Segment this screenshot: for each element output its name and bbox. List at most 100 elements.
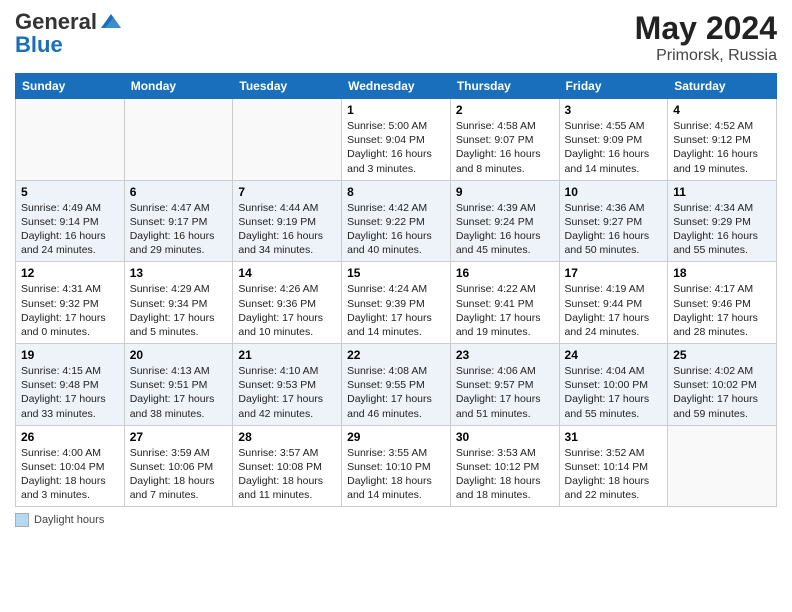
day-info: Sunrise: 4:13 AM Sunset: 9:51 PM Dayligh… — [130, 364, 228, 421]
day-number: 29 — [347, 430, 445, 444]
day-number: 18 — [673, 266, 771, 280]
header: General Blue May 2024 Primorsk, Russia — [15, 10, 777, 65]
calendar-cell: 28 Sunrise: 3:57 AM Sunset: 10:08 PM Dayl… — [233, 425, 342, 507]
calendar-cell: 15 Sunrise: 4:24 AM Sunset: 9:39 PM Dayli… — [342, 262, 451, 344]
calendar-week-row: 26Sunrise: 4:00 AM Sunset: 10:04 PM Dayl… — [16, 425, 777, 507]
calendar-cell: 30 Sunrise: 3:53 AM Sunset: 10:12 PM Dayl… — [450, 425, 559, 507]
calendar-cell: 11 Sunrise: 4:34 AM Sunset: 9:29 PM Dayli… — [668, 180, 777, 262]
col-friday: Friday — [559, 74, 668, 99]
daylight-label: Daylight hours — [34, 514, 104, 526]
calendar-cell: 18 Sunrise: 4:17 AM Sunset: 9:46 PM Dayli… — [668, 262, 777, 344]
day-info: Sunrise: 3:55 AM Sunset: 10:10 PM Daylig… — [347, 446, 445, 503]
logo-blue-text: Blue — [15, 34, 123, 56]
col-thursday: Thursday — [450, 74, 559, 99]
day-info: Sunrise: 4:04 AM Sunset: 10:00 PM Daylig… — [565, 364, 663, 421]
day-info: Sunrise: 3:57 AM Sunset: 10:08 PM Daylig… — [238, 446, 336, 503]
calendar-cell: 23Sunrise: 4:06 AM Sunset: 9:57 PM Dayli… — [450, 344, 559, 426]
calendar-header-row: Sunday Monday Tuesday Wednesday Thursday… — [16, 74, 777, 99]
day-info: Sunrise: 4:39 AM Sunset: 9:24 PM Dayligh… — [456, 201, 554, 258]
col-sunday: Sunday — [16, 74, 125, 99]
day-number: 24 — [565, 348, 663, 362]
day-number: 22 — [347, 348, 445, 362]
day-number: 16 — [456, 266, 554, 280]
day-info: Sunrise: 4:19 AM Sunset: 9:44 PM Dayligh… — [565, 282, 663, 339]
calendar-cell: 19 Sunrise: 4:15 AM Sunset: 9:48 PM Dayli… — [16, 344, 125, 426]
day-number: 8 — [347, 185, 445, 199]
calendar-cell: 29 Sunrise: 3:55 AM Sunset: 10:10 PM Dayl… — [342, 425, 451, 507]
day-number: 9 — [456, 185, 554, 199]
calendar-week-row: 1 Sunrise: 5:00 AM Sunset: 9:04 PM Daylig… — [16, 99, 777, 181]
day-number: 26 — [21, 430, 119, 444]
day-info: Sunrise: 4:26 AM Sunset: 9:36 PM Dayligh… — [238, 282, 336, 339]
calendar-cell: 25Sunrise: 4:02 AM Sunset: 10:02 PM Dayl… — [668, 344, 777, 426]
title-block: May 2024 Primorsk, Russia — [635, 10, 777, 65]
day-info: Sunrise: 4:42 AM Sunset: 9:22 PM Dayligh… — [347, 201, 445, 258]
day-info: Sunrise: 4:44 AM Sunset: 9:19 PM Dayligh… — [238, 201, 336, 258]
day-number: 23 — [456, 348, 554, 362]
day-info: Sunrise: 3:53 AM Sunset: 10:12 PM Daylig… — [456, 446, 554, 503]
calendar-table: Sunday Monday Tuesday Wednesday Thursday… — [15, 73, 777, 507]
day-info: Sunrise: 4:08 AM Sunset: 9:55 PM Dayligh… — [347, 364, 445, 421]
day-number: 12 — [21, 266, 119, 280]
calendar-cell: 13 Sunrise: 4:29 AM Sunset: 9:34 PM Dayli… — [124, 262, 233, 344]
calendar-cell: 22 Sunrise: 4:08 AM Sunset: 9:55 PM Dayli… — [342, 344, 451, 426]
day-info: Sunrise: 4:29 AM Sunset: 9:34 PM Dayligh… — [130, 282, 228, 339]
day-number: 2 — [456, 103, 554, 117]
day-number: 20 — [130, 348, 228, 362]
calendar-cell: 8 Sunrise: 4:42 AM Sunset: 9:22 PM Daylig… — [342, 180, 451, 262]
calendar-cell: 6Sunrise: 4:47 AM Sunset: 9:17 PM Daylig… — [124, 180, 233, 262]
day-info: Sunrise: 4:52 AM Sunset: 9:12 PM Dayligh… — [673, 119, 771, 176]
calendar-cell: 10Sunrise: 4:36 AM Sunset: 9:27 PM Dayli… — [559, 180, 668, 262]
calendar-cell: 14Sunrise: 4:26 AM Sunset: 9:36 PM Dayli… — [233, 262, 342, 344]
day-info: Sunrise: 4:34 AM Sunset: 9:29 PM Dayligh… — [673, 201, 771, 258]
calendar-cell: 2 Sunrise: 4:58 AM Sunset: 9:07 PM Daylig… — [450, 99, 559, 181]
day-info: Sunrise: 3:52 AM Sunset: 10:14 PM Daylig… — [565, 446, 663, 503]
day-number: 30 — [456, 430, 554, 444]
daylight-legend-box — [15, 513, 29, 527]
day-number: 7 — [238, 185, 336, 199]
calendar-cell: 17 Sunrise: 4:19 AM Sunset: 9:44 PM Dayli… — [559, 262, 668, 344]
footer: Daylight hours — [15, 513, 777, 527]
logo-icon — [99, 10, 123, 34]
calendar-cell: 3 Sunrise: 4:55 AM Sunset: 9:09 PM Daylig… — [559, 99, 668, 181]
day-info: Sunrise: 4:49 AM Sunset: 9:14 PM Dayligh… — [21, 201, 119, 258]
day-info: Sunrise: 5:00 AM Sunset: 9:04 PM Dayligh… — [347, 119, 445, 176]
day-number: 28 — [238, 430, 336, 444]
day-info: Sunrise: 4:10 AM Sunset: 9:53 PM Dayligh… — [238, 364, 336, 421]
col-monday: Monday — [124, 74, 233, 99]
day-number: 17 — [565, 266, 663, 280]
day-info: Sunrise: 4:58 AM Sunset: 9:07 PM Dayligh… — [456, 119, 554, 176]
day-number: 13 — [130, 266, 228, 280]
day-number: 11 — [673, 185, 771, 199]
day-info: Sunrise: 4:22 AM Sunset: 9:41 PM Dayligh… — [456, 282, 554, 339]
calendar-cell: 24 Sunrise: 4:04 AM Sunset: 10:00 PM Dayl… — [559, 344, 668, 426]
day-info: Sunrise: 4:36 AM Sunset: 9:27 PM Dayligh… — [565, 201, 663, 258]
day-number: 3 — [565, 103, 663, 117]
calendar-cell — [668, 425, 777, 507]
month-year: May 2024 — [635, 10, 777, 47]
day-info: Sunrise: 4:24 AM Sunset: 9:39 PM Dayligh… — [347, 282, 445, 339]
calendar-cell: 27Sunrise: 3:59 AM Sunset: 10:06 PM Dayl… — [124, 425, 233, 507]
logo: General Blue — [15, 10, 123, 56]
calendar-cell: 7 Sunrise: 4:44 AM Sunset: 9:19 PM Daylig… — [233, 180, 342, 262]
day-number: 5 — [21, 185, 119, 199]
calendar-cell: 31Sunrise: 3:52 AM Sunset: 10:14 PM Dayl… — [559, 425, 668, 507]
calendar-week-row: 5 Sunrise: 4:49 AM Sunset: 9:14 PM Daylig… — [16, 180, 777, 262]
day-info: Sunrise: 4:17 AM Sunset: 9:46 PM Dayligh… — [673, 282, 771, 339]
day-info: Sunrise: 4:55 AM Sunset: 9:09 PM Dayligh… — [565, 119, 663, 176]
day-number: 4 — [673, 103, 771, 117]
col-wednesday: Wednesday — [342, 74, 451, 99]
calendar-cell: 12 Sunrise: 4:31 AM Sunset: 9:32 PM Dayli… — [16, 262, 125, 344]
day-number: 1 — [347, 103, 445, 117]
col-saturday: Saturday — [668, 74, 777, 99]
calendar-cell: 20 Sunrise: 4:13 AM Sunset: 9:51 PM Dayli… — [124, 344, 233, 426]
day-info: Sunrise: 4:47 AM Sunset: 9:17 PM Dayligh… — [130, 201, 228, 258]
calendar-cell: 1 Sunrise: 5:00 AM Sunset: 9:04 PM Daylig… — [342, 99, 451, 181]
calendar-cell: 9 Sunrise: 4:39 AM Sunset: 9:24 PM Daylig… — [450, 180, 559, 262]
day-info: Sunrise: 4:31 AM Sunset: 9:32 PM Dayligh… — [21, 282, 119, 339]
day-number: 21 — [238, 348, 336, 362]
day-number: 19 — [21, 348, 119, 362]
page: General Blue May 2024 Primorsk, Russia S… — [0, 0, 792, 612]
day-number: 15 — [347, 266, 445, 280]
day-info: Sunrise: 4:15 AM Sunset: 9:48 PM Dayligh… — [21, 364, 119, 421]
